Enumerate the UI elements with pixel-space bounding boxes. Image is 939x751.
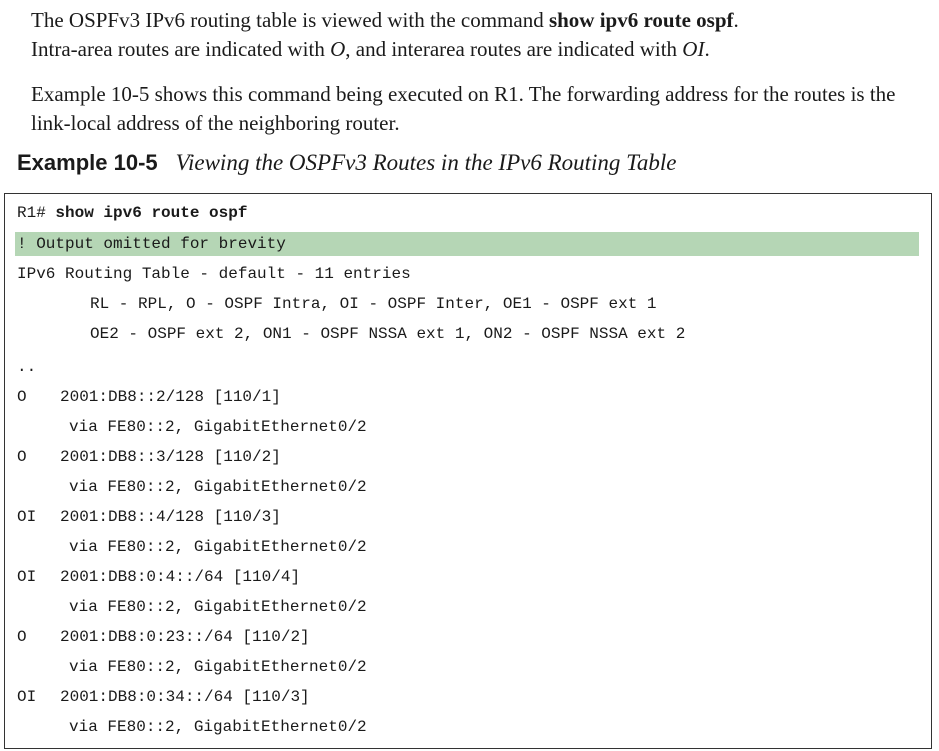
route-via: via FE80::2, GigabitEthernet0/2 [69,478,367,496]
route-code: OI [17,688,37,706]
legend-line-2: OE2 - OSPF ext 2, ON1 - OSPF NSSA ext 1,… [90,325,686,343]
route-via: via FE80::2, GigabitEthernet0/2 [69,658,367,676]
route-line: O 2001:DB8::2/128 [110/1] [17,385,281,409]
route-via: via FE80::2, GigabitEthernet0/2 [69,538,367,556]
intro-paragraph-1: The OSPFv3 IPv6 routing table is viewed … [31,8,739,61]
command-line: R1# show ipv6 route ospf [17,204,248,222]
example-label: Example 10-5 [17,150,158,175]
example-title: Viewing the OSPFv3 Routes in the IPv6 Ro… [175,150,677,175]
route-prefix: 2001:DB8::4/128 [110/3] [60,508,281,526]
route-code: O [17,388,27,406]
route-code: O [17,628,27,646]
route-via: via FE80::2, GigabitEthernet0/2 [69,718,367,736]
route-line: OI 2001:DB8::4/128 [110/3] [17,505,281,529]
ellipsis-line: .. [17,358,37,376]
command-inline: show ipv6 route ospf [548,8,734,32]
route-line: OI 2001:DB8:0:4::/64 [110/4] [17,565,300,589]
table-header: IPv6 Routing Table - default - 11 entrie… [17,265,411,283]
intra-code-inline: O [330,37,346,61]
route-prefix: 2001:DB8:0:34::/64 [110/3] [60,688,310,706]
route-code: O [17,448,27,466]
route-code: OI [17,568,37,586]
route-prefix: 2001:DB8::3/128 [110/2] [60,448,281,466]
route-prefix: 2001:DB8:0:4::/64 [110/4] [60,568,301,586]
command-text: show ipv6 route ospf [55,204,248,222]
route-prefix: 2001:DB8::2/128 [110/1] [60,388,281,406]
route-code: OI [17,508,37,526]
inter-code-inline: OI [682,37,705,61]
omitted-note: ! Output omitted for brevity [15,232,919,256]
intro-paragraph-2: Example 10-5 shows this command being ex… [31,82,896,135]
legend-line-1: RL - RPL, O - OSPF Intra, OI - OSPF Inte… [90,295,657,313]
route-line: O 2001:DB8:0:23::/64 [110/2] [17,625,310,649]
route-via: via FE80::2, GigabitEthernet0/2 [69,598,367,616]
example-caption: Example 10-5 Viewing the OSPFv3 Routes in… [17,150,676,176]
route-prefix: 2001:DB8:0:23::/64 [110/2] [60,628,310,646]
route-line: O 2001:DB8::3/128 [110/2] [17,445,281,469]
route-via: via FE80::2, GigabitEthernet0/2 [69,418,367,436]
route-line: OI 2001:DB8:0:34::/64 [110/3] [17,685,310,709]
